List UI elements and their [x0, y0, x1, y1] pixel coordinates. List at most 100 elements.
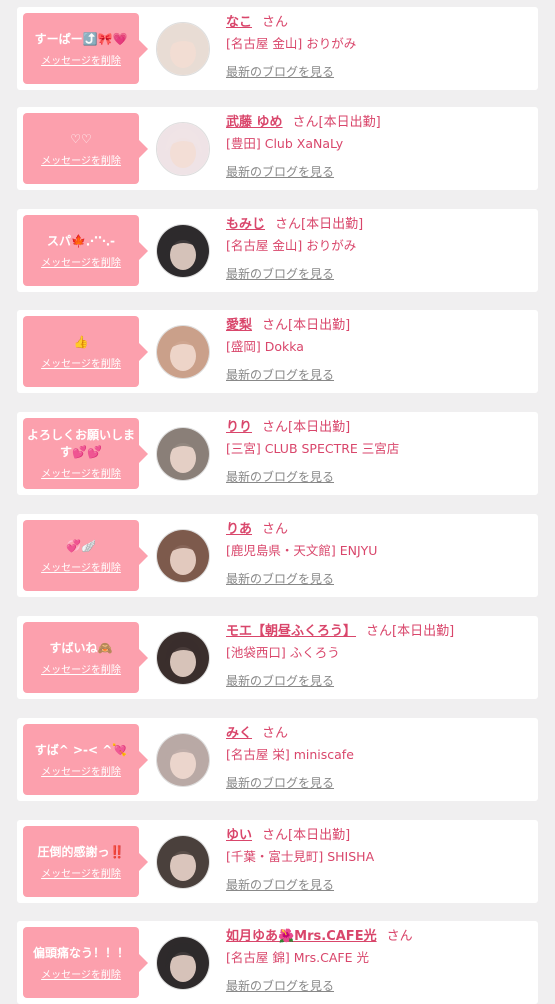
shop-label: [名古屋 錦] Mrs.CAFE 光 [226, 950, 369, 965]
latest-blog-link[interactable]: 最新のブログを見る [226, 876, 334, 893]
avatar[interactable] [156, 224, 210, 278]
avatar-photo [157, 225, 209, 277]
cast-info: りあ さん [鹿児島県・天文館] ENJYU 最新のブログを見る [226, 520, 532, 587]
status-badge: [本日出勤] [318, 115, 381, 130]
cast-name-link[interactable]: りり [226, 420, 252, 435]
avatar[interactable] [156, 631, 210, 685]
message-bubble: 👍 メッセージを削除 [23, 316, 148, 387]
delete-message-link[interactable]: メッセージを削除 [41, 52, 121, 67]
status-badge: [本日出勤] [288, 420, 351, 435]
cast-name-link[interactable]: ゆい [226, 828, 252, 843]
shop-label: [名古屋 金山] おりがみ [226, 36, 357, 51]
message-text: よろしくお願いします💕💕 [26, 428, 135, 459]
message-text: 💞🪽 [66, 538, 96, 553]
cast-name-link[interactable]: モエ【朝昼ふくろう】 [226, 624, 356, 639]
delete-message-link[interactable]: メッセージを削除 [41, 763, 121, 778]
message-card: 💞🪽 メッセージを削除 りあ さん [鹿児島県・天文館] ENJYU 最新のブログ… [17, 514, 538, 597]
message-text: スパ🍁⋰⋱- [47, 233, 115, 248]
avatar-photo [157, 734, 209, 786]
message-bubble: 偏頭痛なう！！！ メッセージを削除 [23, 927, 148, 998]
shop-label: [名古屋 栄] miniscafe [226, 747, 354, 762]
status-badge: [本日出勤] [392, 624, 455, 639]
delete-message-link[interactable]: メッセージを削除 [41, 559, 121, 574]
shop-label: [名古屋 金山] おりがみ [226, 238, 357, 253]
avatar-photo [157, 836, 209, 888]
cast-info: モエ【朝昼ふくろう】 さん[本日出勤] [池袋西口] ふくろう 最新のブログを見る [226, 622, 532, 689]
cast-info: りり さん[本日出勤] [三宮] CLUB SPECTRE 三宮店 最新のブログを… [226, 418, 532, 485]
message-card: スパ🍁⋰⋱- メッセージを削除 もみじ さん[本日出勤] [名古屋 金山] おりが… [17, 209, 538, 292]
avatar[interactable] [156, 122, 210, 176]
avatar[interactable] [156, 733, 210, 787]
cast-info: 武藤 ゆめ さん[本日出勤] [豊田] Club XaNaLy 最新のブログを見る [226, 113, 532, 180]
latest-blog-link[interactable]: 最新のブログを見る [226, 366, 334, 383]
shop-label: [盛岡] Dokka [226, 339, 304, 354]
shop-label: [池袋西口] ふくろう [226, 645, 340, 660]
delete-message-link[interactable]: メッセージを削除 [41, 152, 121, 167]
delete-message-link[interactable]: メッセージを削除 [41, 661, 121, 676]
latest-blog-link[interactable]: 最新のブログを見る [226, 63, 334, 80]
avatar[interactable] [156, 427, 210, 481]
message-card: すば^ >-< ^💘 メッセージを削除 みく さん [名古屋 栄] minisca… [17, 718, 538, 801]
message-text: すばいね🙈 [49, 640, 113, 655]
cast-name-link[interactable]: なこ [226, 15, 252, 30]
cast-name-link[interactable]: りあ [226, 522, 252, 537]
message-card: 偏頭痛なう！！！ メッセージを削除 如月ゆあ🌺Mrs.CAFE光 さん [名古屋 … [17, 921, 538, 1004]
message-card: 圧倒的感謝っ‼️ メッセージを削除 ゆい さん[本日出勤] [千葉・富士見町] S… [17, 820, 538, 903]
avatar[interactable] [156, 22, 210, 76]
message-card: すーぱー⤴️🎀💗 メッセージを削除 なこ さん [名古屋 金山] おりがみ 最新の… [17, 7, 538, 90]
cast-name-link[interactable]: もみじ [226, 217, 265, 232]
delete-message-link[interactable]: メッセージを削除 [41, 355, 121, 370]
message-bubble: すばいね🙈 メッセージを削除 [23, 622, 148, 693]
cast-name-link[interactable]: 如月ゆあ🌺Mrs.CAFE光 [226, 929, 377, 944]
shop-label: [豊田] Club XaNaLy [226, 136, 344, 151]
avatar-photo [157, 123, 209, 175]
honorific: さん [262, 15, 289, 30]
cast-info: 如月ゆあ🌺Mrs.CAFE光 さん [名古屋 錦] Mrs.CAFE 光 最新のブ… [226, 927, 532, 994]
cast-info: ゆい さん[本日出勤] [千葉・富士見町] SHISHA 最新のブログを見る [226, 826, 532, 893]
avatar[interactable] [156, 325, 210, 379]
status-badge: [本日出勤] [288, 318, 351, 333]
honorific: さん [262, 318, 289, 333]
avatar[interactable] [156, 936, 210, 990]
message-text: ♡♡ [70, 131, 92, 146]
cast-name-link[interactable]: 武藤 ゆめ [226, 115, 283, 130]
latest-blog-link[interactable]: 最新のブログを見る [226, 265, 334, 282]
delete-message-link[interactable]: メッセージを削除 [41, 966, 121, 981]
avatar-photo [157, 23, 209, 75]
message-bubble: 💞🪽 メッセージを削除 [23, 520, 148, 591]
delete-message-link[interactable]: メッセージを削除 [41, 865, 121, 880]
latest-blog-link[interactable]: 最新のブログを見る [226, 774, 334, 791]
message-card: 👍 メッセージを削除 愛梨 さん[本日出勤] [盛岡] Dokka 最新のブログを… [17, 310, 538, 393]
avatar-photo [157, 428, 209, 480]
shop-label: [千葉・富士見町] SHISHA [226, 849, 375, 864]
cast-name-link[interactable]: 愛梨 [226, 318, 252, 333]
shop-label: [鹿児島県・天文館] ENJYU [226, 543, 378, 558]
honorific: さん [262, 420, 289, 435]
latest-blog-link[interactable]: 最新のブログを見る [226, 468, 334, 485]
latest-blog-link[interactable]: 最新のブログを見る [226, 570, 334, 587]
message-card: よろしくお願いします💕💕 メッセージを削除 りり さん[本日出勤] [三宮] CL… [17, 412, 538, 495]
avatar-photo [157, 326, 209, 378]
cast-info: 愛梨 さん[本日出勤] [盛岡] Dokka 最新のブログを見る [226, 316, 532, 383]
honorific: さん [366, 624, 393, 639]
honorific: さん [386, 929, 413, 944]
message-text: 👍 [73, 334, 89, 349]
delete-message-link[interactable]: メッセージを削除 [41, 465, 121, 480]
latest-blog-link[interactable]: 最新のブログを見る [226, 977, 334, 994]
honorific: さん [262, 726, 289, 741]
delete-message-link[interactable]: メッセージを削除 [41, 254, 121, 269]
honorific: さん [275, 217, 302, 232]
latest-blog-link[interactable]: 最新のブログを見る [226, 672, 334, 689]
latest-blog-link[interactable]: 最新のブログを見る [226, 163, 334, 180]
cast-name-link[interactable]: みく [226, 726, 252, 741]
message-card: すばいね🙈 メッセージを削除 モエ【朝昼ふくろう】 さん[本日出勤] [池袋西口]… [17, 616, 538, 699]
status-badge: [本日出勤] [301, 217, 364, 232]
message-bubble: よろしくお願いします💕💕 メッセージを削除 [23, 418, 148, 489]
avatar[interactable] [156, 835, 210, 889]
message-bubble: ♡♡ メッセージを削除 [23, 113, 148, 184]
avatar-photo [157, 632, 209, 684]
message-text: すーぱー⤴️🎀💗 [34, 31, 128, 46]
avatar[interactable] [156, 529, 210, 583]
honorific: さん [262, 828, 289, 843]
status-badge: [本日出勤] [288, 828, 351, 843]
